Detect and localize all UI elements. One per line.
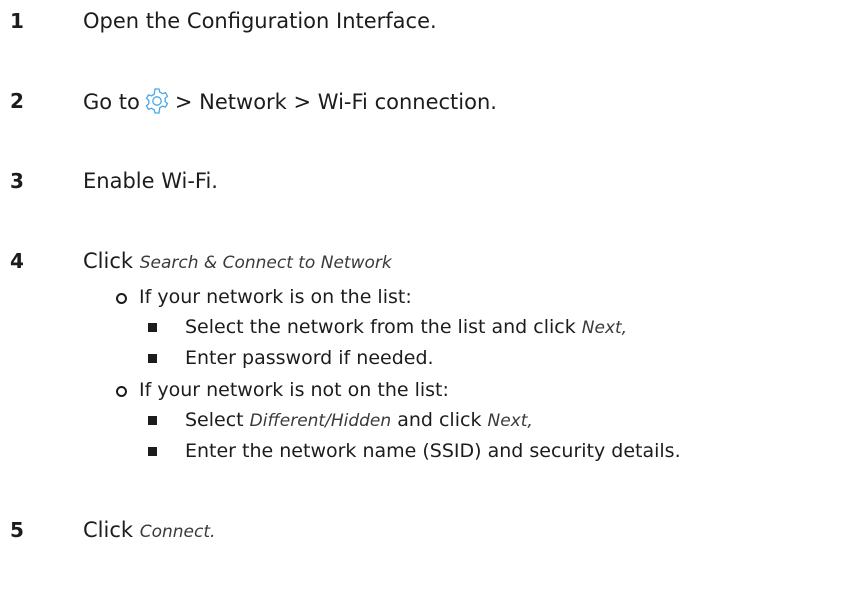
step-number: 5 [10,518,24,542]
option-item: Enter the network name (SSID) and securi… [185,440,681,462]
instructions-page: 1 Open the Configuration Interface. 2 Go… [0,0,856,602]
square-bullet-icon [148,323,157,332]
step-number: 4 [10,249,24,273]
circle-bullet-icon [116,386,127,397]
step-text-before: Click [83,518,134,542]
option-on-list: If your network is on the list: [139,286,412,308]
square-bullet-icon [148,416,157,425]
option-item: Select Different/Hidden and click Next, [185,407,533,434]
option-not-on-list: If your network is not on the list: [139,379,449,401]
step-text-before: Click [83,249,134,273]
step-number: 3 [10,169,24,193]
step-text: Click Connect. [83,516,215,546]
option-item-text: Select the network from the list and cli… [185,316,576,338]
step-text: Enable Wi-Fi. [83,169,218,193]
option-item-text: Select [185,409,244,431]
gear-icon [143,87,171,115]
square-bullet-icon [148,447,157,456]
step-text: Open the Configuration Interface. [83,9,437,33]
square-bullet-icon [148,354,157,363]
step-text-after: > Network > Wi-Fi connection. [174,90,497,114]
step-text-before: Go to [83,90,140,114]
step-number: 2 [10,89,24,113]
option-item-text-mid: and click [397,409,482,431]
step-text: Go to > Network > Wi-Fi connection. [83,87,497,116]
circle-bullet-icon [116,293,127,304]
option-item-italic: Next, [487,411,533,431]
step-italic-text: Search & Connect to Network [139,253,392,273]
step-italic-text: Connect. [139,522,216,542]
option-item-italic: Different/Hidden [249,411,392,431]
step-number: 1 [10,9,24,33]
step-text: Click Search & Connect to Network [83,247,392,277]
option-item: Select the network from the list and cli… [185,314,627,341]
option-item-italic: Next, [581,318,628,338]
option-item: Enter password if needed. [185,347,434,369]
